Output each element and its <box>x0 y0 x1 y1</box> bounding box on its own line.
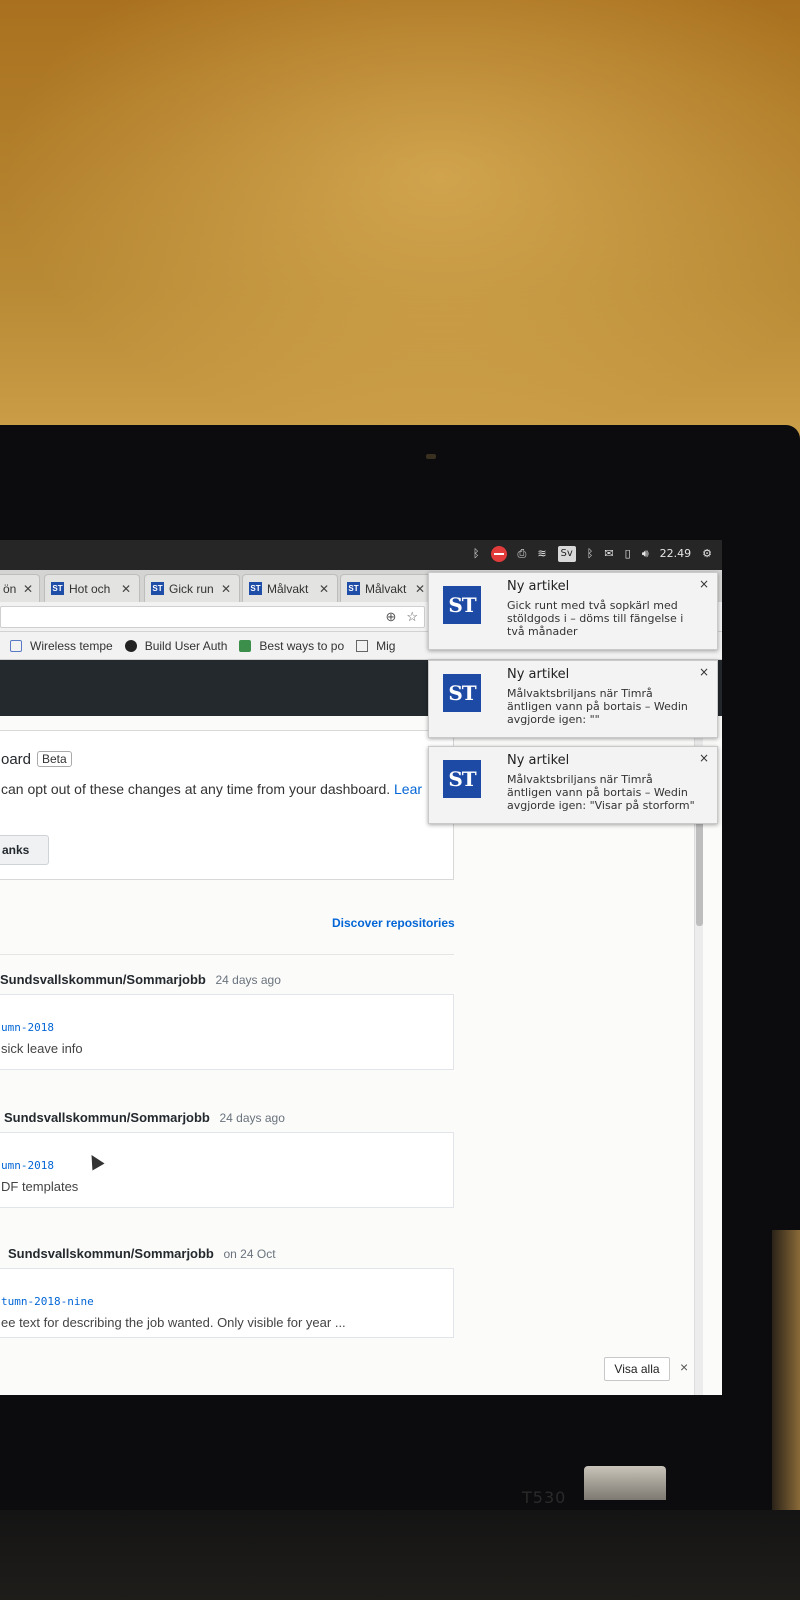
bookmark-item[interactable]: Mig <box>356 639 395 653</box>
bluetooth-icon[interactable]: ᛒ <box>473 546 480 562</box>
palmrest <box>0 1510 800 1600</box>
repo-link[interactable]: Sundsvallskommun/Sommarjobb <box>8 1246 214 1261</box>
keyboard-layout-indicator[interactable]: Sv <box>557 546 576 562</box>
browser-tab[interactable]: ST Målvakt ✕ <box>242 574 338 602</box>
do-not-disturb-icon[interactable] <box>490 546 507 562</box>
battery-icon[interactable]: ▯ <box>625 546 631 562</box>
discover-repositories-link[interactable]: Discover repositories <box>332 916 455 930</box>
timestamp: 24 days ago <box>219 1111 285 1125</box>
show-all-button[interactable]: Visa alla <box>604 1357 670 1381</box>
close-icon[interactable]: ✕ <box>221 582 231 596</box>
mail-icon[interactable]: ✉ <box>604 546 613 562</box>
close-icon[interactable]: × <box>680 1359 688 1375</box>
github-icon <box>124 639 137 652</box>
news-notification[interactable]: ST Ny artikel Målvaktsbriljans när Timrå… <box>428 746 718 824</box>
hinge-button <box>584 1466 666 1500</box>
thanks-button[interactable]: anks <box>0 835 49 865</box>
browser-tab[interactable]: ön ✕ <box>0 574 40 602</box>
st-favicon-icon: ST <box>249 582 262 595</box>
repo-link[interactable]: Sundsvallskommun/Sommarjobb <box>4 1110 210 1125</box>
bookmark-item[interactable]: Build User Auth <box>124 639 227 653</box>
browser-tab[interactable]: ST Målvakt ✕ <box>340 574 432 602</box>
bookmark-item[interactable]: Best ways to po <box>239 639 344 653</box>
feed-item: Sundsvallskommun/Sommarjobb 24 days ago … <box>0 972 456 1072</box>
close-icon[interactable]: ✕ <box>319 582 329 596</box>
st-logo-icon: ST <box>443 586 481 624</box>
system-tray: ᛒ ⎙ ≋ Sv ᛒ ✉ ▯ 🔊︎ 22.49 ⚙ <box>473 546 712 562</box>
notice-text: can opt out of these changes at any time… <box>1 781 423 797</box>
timestamp: on 24 Oct <box>223 1247 276 1261</box>
notification-title: Ny artikel <box>507 667 570 682</box>
site-icon <box>239 639 252 652</box>
dashboard-notice: oard Beta can opt out of these changes a… <box>0 730 454 880</box>
repo-link[interactable]: Sundsvallskommun/Sommarjobb <box>0 972 206 987</box>
bookmark-star-icon[interactable]: ☆ <box>406 609 418 625</box>
st-favicon-icon: ST <box>51 582 64 595</box>
notification-title: Ny artikel <box>507 579 570 594</box>
browser-tab[interactable]: ST Hot och ✕ <box>44 574 140 602</box>
branch-link[interactable]: umn-2018 <box>1 1021 54 1034</box>
commit-message: DF templates <box>1 1179 79 1194</box>
close-icon[interactable]: ✕ <box>415 582 425 596</box>
st-logo-icon: ST <box>443 760 481 798</box>
commit-message: ee text for describing the job wanted. O… <box>1 1315 346 1330</box>
address-bar[interactable]: ⊕ ☆ <box>0 606 425 628</box>
close-icon[interactable]: ✕ <box>23 582 33 596</box>
notice-title: oard <box>1 751 32 768</box>
feed-item: Sundsvallskommun/Sommarjobb on 24 Oct tu… <box>0 1246 456 1346</box>
browser-tab[interactable]: ST Gick run ✕ <box>144 574 240 602</box>
close-icon[interactable]: × <box>699 751 709 765</box>
wall-background <box>0 0 800 440</box>
close-icon[interactable]: ✕ <box>121 582 131 596</box>
bookmark-item[interactable]: Wireless tempe <box>10 639 113 653</box>
commit-card: umn-2018 sick leave info <box>0 994 454 1070</box>
close-icon[interactable]: × <box>699 665 709 679</box>
notification-summary-bar: Visa alla × <box>0 1351 700 1395</box>
news-notification[interactable]: ST Ny artikel Målvaktsbriljans när Timrå… <box>428 660 718 738</box>
zoom-icon[interactable]: ⊕ <box>385 609 396 625</box>
printer-icon[interactable]: ⎙ <box>518 546 527 562</box>
wifi-icon[interactable]: ≋ <box>537 546 546 562</box>
model-label: T530 <box>522 1488 567 1507</box>
bookmark-icon <box>10 639 22 652</box>
notification-body: Målvaktsbriljans när Timrå äntligen vann… <box>507 687 688 726</box>
learn-more-link[interactable]: Lear <box>394 781 422 797</box>
volume-icon[interactable]: 🔊︎ <box>642 546 649 562</box>
news-notification[interactable]: ST Ny artikel Gick runt med två sopkärl … <box>428 572 718 650</box>
feed-item: Sundsvallskommun/Sommarjobb 24 days ago … <box>0 1110 456 1210</box>
clock[interactable]: 22.49 <box>660 546 692 562</box>
notification-title: Ny artikel <box>507 753 570 768</box>
notification-body: Gick runt med två sopkärl med stöldgods … <box>507 599 684 638</box>
st-favicon-icon: ST <box>151 582 164 595</box>
divider <box>0 954 454 955</box>
commit-card: tumn-2018-nine ee text for describing th… <box>0 1268 454 1338</box>
settings-gear-icon[interactable]: ⚙ <box>702 546 712 562</box>
system-top-panel: ᛒ ⎙ ≋ Sv ᛒ ✉ ▯ 🔊︎ 22.49 ⚙ <box>0 540 722 570</box>
commit-message: sick leave info <box>1 1041 83 1056</box>
close-icon[interactable]: × <box>699 577 709 591</box>
commit-card: umn-2018 DF templates <box>0 1132 454 1208</box>
page-icon <box>356 639 369 652</box>
st-favicon-icon: ST <box>347 582 360 595</box>
st-logo-icon: ST <box>443 674 481 712</box>
notification-body: Målvaktsbriljans när Timrå äntligen vann… <box>507 773 695 812</box>
timestamp: 24 days ago <box>215 973 281 987</box>
beta-badge: Beta <box>37 751 72 767</box>
branch-link[interactable]: tumn-2018-nine <box>1 1295 94 1308</box>
bluetooth-status-icon[interactable]: ᛒ <box>587 546 594 562</box>
branch-link[interactable]: umn-2018 <box>1 1159 54 1172</box>
webcam <box>426 454 436 459</box>
